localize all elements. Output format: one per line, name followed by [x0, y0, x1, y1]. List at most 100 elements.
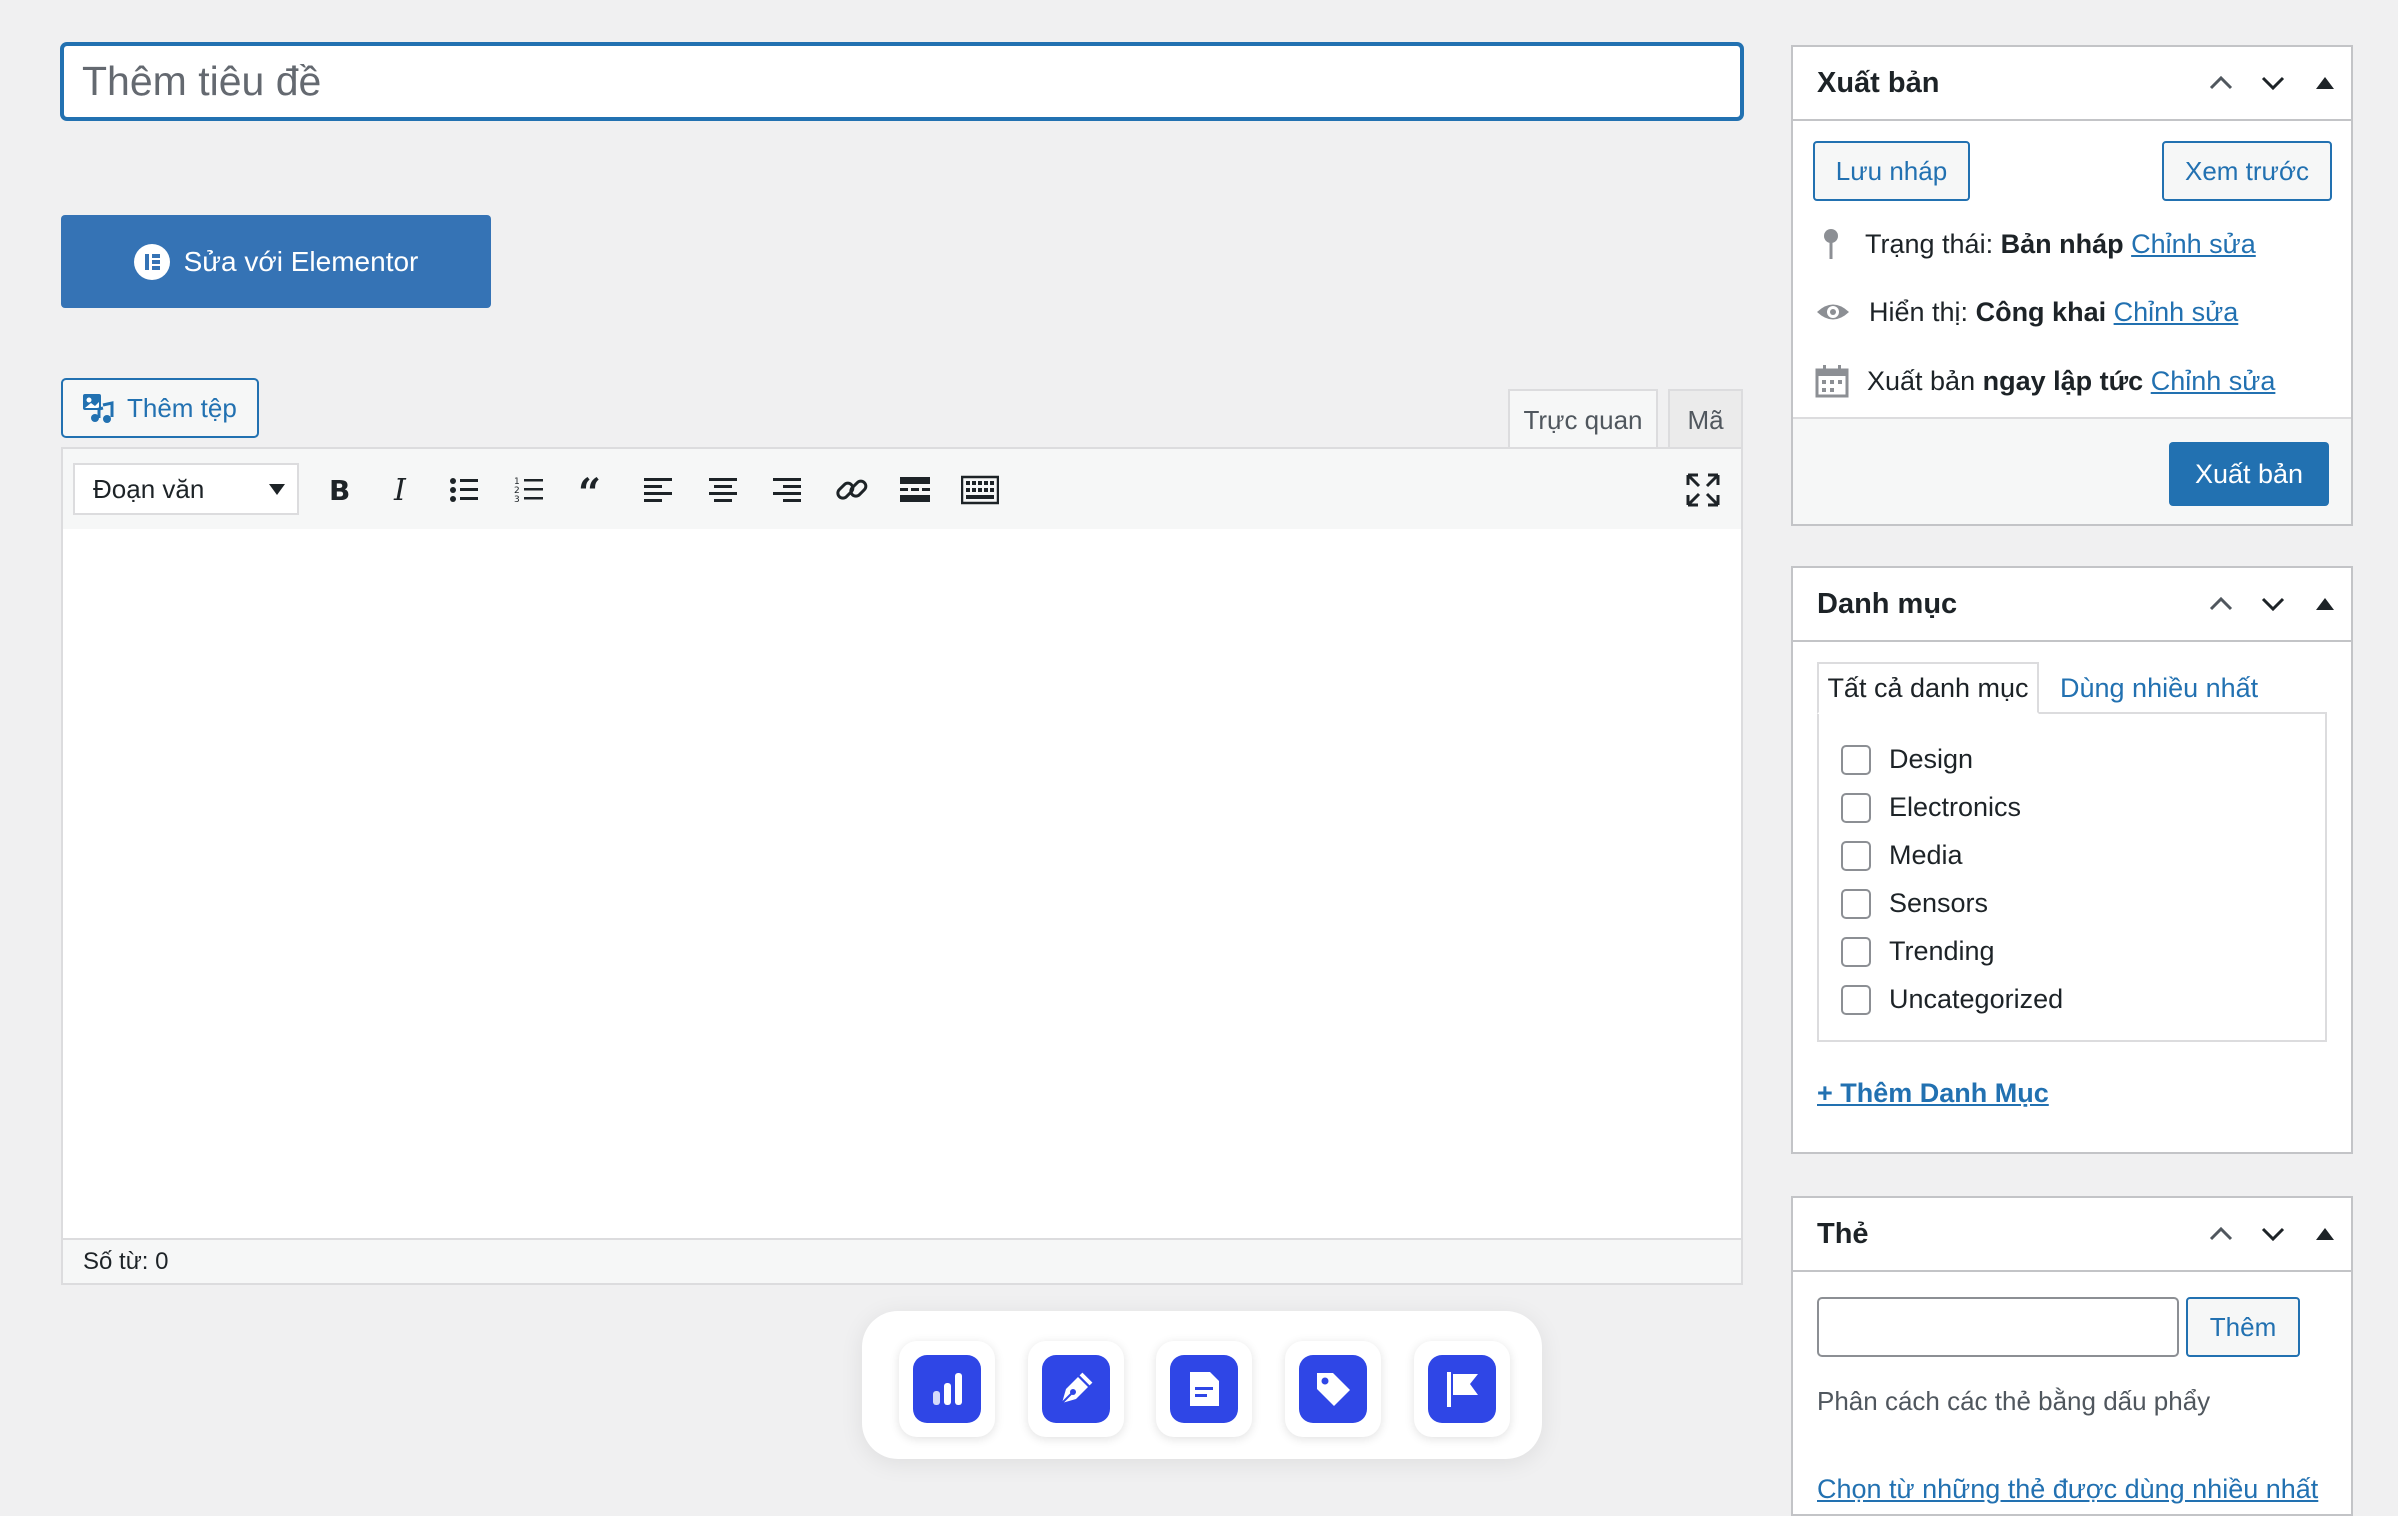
tags-box-header: Thẻ [1793, 1198, 2351, 1272]
categories-box-title: Danh mục [1817, 588, 1958, 620]
tab-visual[interactable]: Trực quan [1508, 389, 1658, 449]
chevron-down-icon [2261, 76, 2285, 91]
category-checklist: Design Electronics Media Sensors Trendin… [1817, 712, 2327, 1042]
chevron-down-icon [2261, 1227, 2285, 1242]
status-label: Trạng thái: [1865, 228, 1994, 259]
add-tag-button[interactable]: Thêm [2186, 1297, 2300, 1357]
category-checkbox[interactable] [1841, 792, 1871, 823]
edit-status-link[interactable]: Chỉnh sửa [2131, 229, 2256, 259]
bullet-list-icon [450, 478, 478, 502]
move-down-button[interactable] [2255, 65, 2291, 101]
read-more-button[interactable] [891, 466, 939, 514]
chevron-up-icon [2209, 596, 2233, 611]
word-count: Số từ: 0 [83, 1247, 169, 1275]
tab-all-categories[interactable]: Tất cả danh mục [1817, 662, 2039, 714]
media-icon [83, 394, 114, 423]
category-item[interactable]: Trending [1841, 936, 1995, 967]
tags-box-title: Thẻ [1817, 1218, 1869, 1250]
tab-most-used-categories[interactable]: Dùng nhiều nhất [2060, 662, 2258, 714]
edit-with-elementor-button[interactable]: Sửa với Elementor [61, 215, 491, 308]
category-item[interactable]: Design [1841, 744, 1973, 775]
align-right-button[interactable] [763, 466, 811, 514]
blockquote-icon: “ [578, 475, 601, 505]
fullscreen-button[interactable] [1679, 466, 1727, 514]
dock-analytics-button[interactable] [899, 1341, 995, 1437]
toggle-panel-button[interactable] [2307, 65, 2343, 101]
move-up-button[interactable] [2203, 65, 2239, 101]
dock-pen-button[interactable] [1028, 1341, 1124, 1437]
editor-status-bar: Số từ: 0 [61, 1238, 1743, 1285]
align-center-icon [709, 478, 737, 502]
add-category-link[interactable]: + Thêm Danh Mục [1817, 1078, 2049, 1109]
move-up-button[interactable] [2203, 1216, 2239, 1252]
bold-button[interactable]: B [314, 466, 362, 514]
collapse-triangle-icon [2316, 77, 2334, 89]
post-title-input[interactable] [61, 43, 1743, 120]
categories-box: Danh mục Tất cả danh mục Dùng nhiều nhất… [1791, 566, 2353, 1154]
svg-text:B: B [329, 475, 350, 505]
eye-icon [1817, 304, 1849, 320]
visibility-value: Công khai [1975, 296, 2107, 327]
tag-icon [1317, 1373, 1350, 1406]
category-checkbox[interactable] [1841, 840, 1871, 871]
move-up-button[interactable] [2203, 586, 2239, 622]
publish-button[interactable]: Xuất bản [2169, 442, 2329, 506]
align-left-icon [644, 478, 672, 502]
bold-icon: B [329, 475, 350, 505]
publish-box: Xuất bản Lưu nháp Xem trước Trạng thái: … [1791, 45, 2353, 526]
categories-box-header: Danh mục [1793, 568, 2351, 642]
dock-flag-button[interactable] [1414, 1341, 1510, 1437]
italic-button[interactable]: I [377, 466, 425, 514]
dock-tag-button[interactable] [1285, 1341, 1381, 1437]
svg-text:3: 3 [514, 495, 520, 505]
editor-content-area[interactable] [61, 529, 1743, 1240]
numbered-list-button[interactable]: 1 2 3 [505, 466, 553, 514]
tag-separator-hint: Phân cách các thẻ bằng dấu phẩy [1817, 1386, 2211, 1416]
edit-schedule-link[interactable]: Chỉnh sửa [2151, 366, 2276, 396]
schedule-label: Xuất bản [1867, 365, 1976, 396]
chevron-up-icon [2209, 75, 2233, 90]
elementor-button-label: Sửa với Elementor [183, 245, 419, 277]
category-item[interactable]: Uncategorized [1841, 984, 2063, 1015]
read-more-icon [900, 477, 930, 502]
add-media-button[interactable]: Thêm tệp [61, 378, 259, 438]
align-left-button[interactable] [634, 466, 682, 514]
bullet-list-button[interactable] [440, 466, 488, 514]
category-label: Sensors [1889, 888, 1989, 918]
category-checkbox[interactable] [1841, 888, 1871, 919]
paragraph-format-select[interactable]: Đoạn văn [73, 463, 299, 515]
calendar-icon [1815, 365, 1849, 398]
pin-icon [1824, 229, 1838, 259]
tab-code[interactable]: Mã [1668, 389, 1743, 449]
chevron-up-icon [2209, 1226, 2233, 1241]
insert-link-button[interactable] [828, 466, 876, 514]
blockquote-button[interactable]: “ [570, 466, 618, 514]
schedule-value: ngay lập tức [1982, 365, 2144, 396]
toggle-panel-button[interactable] [2307, 1216, 2343, 1252]
category-checkbox[interactable] [1841, 744, 1871, 775]
category-item[interactable]: Sensors [1841, 888, 1988, 919]
status-row: Trạng thái: Bản nháp Chỉnh sửa [1815, 223, 2256, 265]
save-draft-button[interactable]: Lưu nháp [1813, 141, 1970, 201]
category-item[interactable]: Electronics [1841, 792, 2021, 823]
tags-box: Thẻ Thêm Phân cách các thẻ bằng dấu phẩy… [1791, 1196, 2353, 1516]
document-icon [1190, 1372, 1219, 1406]
toggle-panel-button[interactable] [2307, 586, 2343, 622]
toolbar-toggle-button[interactable] [956, 466, 1004, 514]
align-center-button[interactable] [699, 466, 747, 514]
choose-tags-link[interactable]: Chọn từ những thẻ được dùng nhiều nhất [1817, 1474, 2318, 1505]
svg-text:“: “ [578, 475, 601, 505]
pen-icon [1061, 1372, 1093, 1404]
dock-document-button[interactable] [1156, 1341, 1252, 1437]
category-checkbox[interactable] [1841, 936, 1871, 967]
edit-visibility-link[interactable]: Chỉnh sửa [2114, 297, 2239, 327]
category-checkbox[interactable] [1841, 984, 1871, 1015]
format-select-value: Đoạn văn [93, 473, 205, 504]
move-down-button[interactable] [2255, 586, 2291, 622]
link-icon [836, 479, 868, 500]
category-item[interactable]: Media [1841, 840, 1963, 871]
new-tag-input[interactable] [1817, 1297, 2179, 1357]
preview-button[interactable]: Xem trước [2162, 141, 2332, 201]
move-down-button[interactable] [2255, 1216, 2291, 1252]
collapse-triangle-icon [2316, 1228, 2334, 1240]
